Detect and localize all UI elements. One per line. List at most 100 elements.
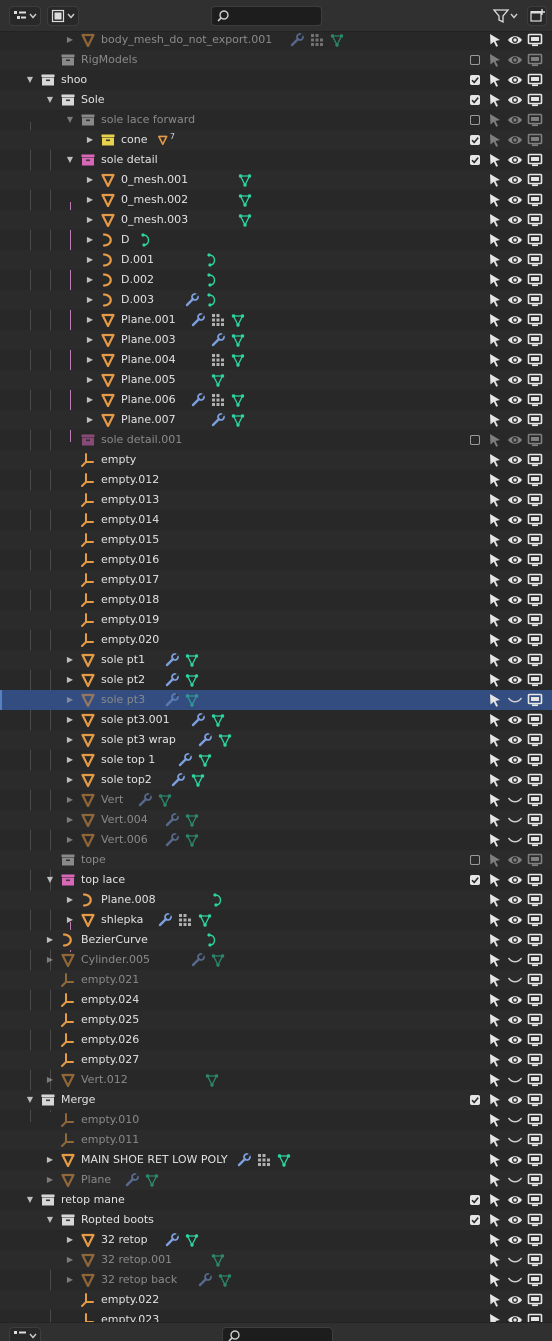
- collapse-arrow-icon[interactable]: ▶: [84, 312, 96, 328]
- select-cursor-icon[interactable]: [487, 432, 503, 448]
- curve-data-icon[interactable]: [210, 892, 226, 908]
- select-cursor-icon[interactable]: [487, 452, 503, 468]
- collapse-arrow-icon[interactable]: ▶: [84, 352, 96, 368]
- tree-row[interactable]: empty.017: [0, 570, 552, 590]
- collapse-arrow-icon[interactable]: ▶: [64, 892, 76, 908]
- expand-arrow-icon[interactable]: ▼: [44, 872, 56, 888]
- mesh-data-icon[interactable]: [184, 692, 200, 708]
- select-cursor-icon[interactable]: [487, 992, 503, 1008]
- tree-row[interactable]: empty.014: [0, 510, 552, 530]
- monitor-icon[interactable]: [527, 132, 543, 148]
- mesh-data-icon[interactable]: [217, 1272, 233, 1288]
- monitor-icon[interactable]: [527, 992, 543, 1008]
- monitor-icon[interactable]: [527, 912, 543, 928]
- eye-icon[interactable]: [507, 272, 523, 288]
- tree-row[interactable]: ▼ top lace: [0, 870, 552, 890]
- collapse-arrow-icon[interactable]: ▶: [64, 652, 76, 668]
- exclude-checkbox[interactable]: [470, 1215, 480, 1225]
- wrench-icon[interactable]: [137, 792, 153, 808]
- mesh-object-icon[interactable]: 7: [157, 132, 181, 148]
- wrench-icon[interactable]: [164, 652, 180, 668]
- eye-closed-icon[interactable]: [507, 952, 523, 968]
- select-cursor-icon[interactable]: [487, 532, 503, 548]
- wrench-icon[interactable]: [190, 712, 206, 728]
- tree-row[interactable]: tope: [0, 850, 552, 870]
- monitor-icon[interactable]: [527, 852, 543, 868]
- eye-closed-icon[interactable]: [507, 1132, 523, 1148]
- wrench-icon[interactable]: [164, 1232, 180, 1248]
- wrench-icon[interactable]: [157, 912, 173, 928]
- select-cursor-icon[interactable]: [487, 1172, 503, 1188]
- monitor-icon[interactable]: [527, 192, 543, 208]
- bottom-search-input[interactable]: [244, 1329, 314, 1341]
- select-cursor-icon[interactable]: [487, 1092, 503, 1108]
- tree-row[interactable]: empty.024: [0, 990, 552, 1010]
- select-cursor-icon[interactable]: [487, 32, 503, 48]
- select-cursor-icon[interactable]: [487, 1312, 503, 1322]
- collapse-arrow-icon[interactable]: ▶: [64, 692, 76, 708]
- select-cursor-icon[interactable]: [487, 952, 503, 968]
- tree-row[interactable]: ▶ Plane.006: [0, 390, 552, 410]
- eye-icon[interactable]: [507, 192, 523, 208]
- tree-row[interactable]: empty.015: [0, 530, 552, 550]
- select-cursor-icon[interactable]: [487, 72, 503, 88]
- tree-row[interactable]: ▶ 0_mesh.001: [0, 170, 552, 190]
- eye-icon[interactable]: [507, 512, 523, 528]
- monitor-icon[interactable]: [527, 1152, 543, 1168]
- lattice-icon[interactable]: [210, 352, 226, 368]
- exclude-checkbox[interactable]: [470, 875, 480, 885]
- select-cursor-icon[interactable]: [487, 392, 503, 408]
- select-cursor-icon[interactable]: [487, 352, 503, 368]
- collapse-arrow-icon[interactable]: ▶: [44, 1072, 56, 1088]
- select-cursor-icon[interactable]: [487, 792, 503, 808]
- select-cursor-icon[interactable]: [487, 472, 503, 488]
- monitor-icon[interactable]: [527, 752, 543, 768]
- collapse-arrow-icon[interactable]: ▶: [44, 1152, 56, 1168]
- tree-row[interactable]: empty.025: [0, 1010, 552, 1030]
- mesh-data-icon[interactable]: [210, 372, 226, 388]
- wrench-icon[interactable]: [170, 772, 186, 788]
- eye-icon[interactable]: [507, 412, 523, 428]
- monitor-icon[interactable]: [527, 952, 543, 968]
- select-cursor-icon[interactable]: [487, 512, 503, 528]
- tree-row[interactable]: empty.023: [0, 1310, 552, 1322]
- monitor-icon[interactable]: [527, 172, 543, 188]
- expand-arrow-icon[interactable]: ▼: [64, 112, 76, 128]
- exclude-checkbox[interactable]: [470, 1195, 480, 1205]
- mesh-data-icon[interactable]: [157, 792, 173, 808]
- tree-row[interactable]: ▶ sole pt1: [0, 650, 552, 670]
- collapse-arrow-icon[interactable]: ▶: [44, 952, 56, 968]
- monitor-icon[interactable]: [527, 292, 543, 308]
- select-cursor-icon[interactable]: [487, 652, 503, 668]
- mesh-data-icon[interactable]: [210, 952, 226, 968]
- mesh-data-icon[interactable]: [184, 832, 200, 848]
- collapse-arrow-icon[interactable]: ▶: [64, 792, 76, 808]
- tree-row[interactable]: ▼ Ropted boots: [0, 1210, 552, 1230]
- tree-row[interactable]: empty.019: [0, 610, 552, 630]
- select-cursor-icon[interactable]: [487, 192, 503, 208]
- wrench-icon[interactable]: [190, 312, 206, 328]
- select-cursor-icon[interactable]: [487, 1272, 503, 1288]
- eye-closed-icon[interactable]: [507, 1272, 523, 1288]
- eye-closed-icon[interactable]: [507, 1072, 523, 1088]
- monitor-icon[interactable]: [527, 1052, 543, 1068]
- eye-icon[interactable]: [507, 312, 523, 328]
- wrench-icon[interactable]: [164, 692, 180, 708]
- exclude-checkbox[interactable]: [470, 135, 480, 145]
- eye-closed-icon[interactable]: [507, 1112, 523, 1128]
- tree-row[interactable]: empty.013: [0, 490, 552, 510]
- eye-icon[interactable]: [507, 852, 523, 868]
- collapse-arrow-icon[interactable]: ▶: [84, 232, 96, 248]
- monitor-icon[interactable]: [527, 452, 543, 468]
- eye-icon[interactable]: [507, 932, 523, 948]
- monitor-icon[interactable]: [527, 1132, 543, 1148]
- view-options-dropdown[interactable]: [47, 6, 79, 26]
- select-cursor-icon[interactable]: [487, 892, 503, 908]
- eye-icon[interactable]: [507, 232, 523, 248]
- tree-row[interactable]: empty.026: [0, 1030, 552, 1050]
- mesh-data-icon[interactable]: [184, 812, 200, 828]
- select-cursor-icon[interactable]: [487, 1152, 503, 1168]
- expand-arrow-icon[interactable]: ▼: [44, 1212, 56, 1228]
- eye-icon[interactable]: [507, 392, 523, 408]
- eye-icon[interactable]: [507, 1152, 523, 1168]
